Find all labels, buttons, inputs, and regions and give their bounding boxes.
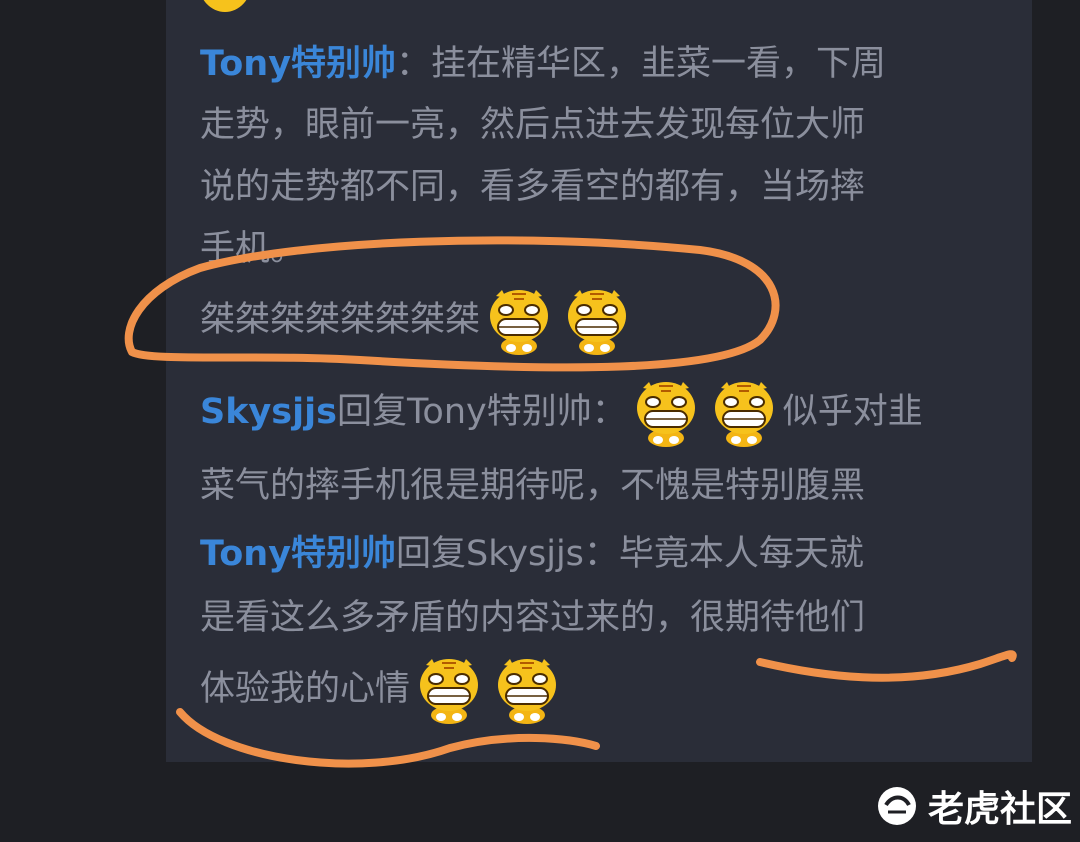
laugh-text: 桀桀桀桀桀桀桀桀 — [200, 300, 481, 340]
reply-text-with-emoji: 体验我的心情 — [200, 655, 566, 725]
tiger-emoji-icon — [203, 0, 247, 12]
reply-line: Skysjjs回复Tony特别帅： 似乎对韭 — [200, 378, 923, 448]
reply-text: 毕竟本人每天就 — [618, 534, 864, 574]
watermark-text: 老虎社区 — [927, 789, 1072, 830]
separator: ： — [591, 392, 627, 432]
comment-line: Tony特别帅：挂在精华区，韭菜一看，下周 — [200, 40, 886, 88]
separator: ： — [396, 44, 432, 84]
tiger-emoji-icon — [414, 655, 484, 725]
tiger-emoji-icon — [484, 286, 554, 356]
tiger-emoji-icon — [709, 378, 779, 448]
tiger-logo-icon — [877, 787, 916, 825]
comment-text-laugh: 桀桀桀桀桀桀桀桀 — [200, 286, 636, 356]
comment-text: 手机。 — [200, 229, 306, 269]
comment-author-link[interactable]: Tony特别帅 — [200, 44, 396, 84]
reply-text: 菜气的摔手机很是期待呢，不愧是特别腹黑 — [200, 466, 866, 506]
reply-author-link[interactable]: Tony特别帅 — [200, 534, 396, 574]
reply-text: 是看这么多矛盾的内容过来的，很期待他们 — [200, 598, 866, 638]
comment-text: 走势，眼前一亮，然后点进去发现每位大师 — [200, 105, 866, 145]
separator: ： — [583, 534, 619, 574]
reply-target: Tony特别帅 — [406, 392, 592, 432]
tiger-emoji-icon — [492, 655, 562, 725]
watermark: 老虎社区 — [876, 780, 1072, 832]
reply-text: 体验我的心情 — [200, 669, 411, 709]
comment-text: 说的走势都不同，看多看空的都有，当场摔 — [200, 167, 866, 207]
tiger-emoji-icon — [562, 286, 632, 356]
reply-author-link[interactable]: Skysjjs — [200, 392, 337, 432]
tiger-emoji-icon — [631, 378, 701, 448]
reply-word: 回复 — [396, 534, 467, 574]
reply-text: 似乎对韭 — [782, 392, 923, 432]
comment-text: 挂在精华区，韭菜一看，下周 — [431, 44, 887, 84]
reply-line: Tony特别帅回复Skysjjs：毕竟本人每天就 — [200, 530, 864, 578]
reply-word: 回复 — [336, 392, 407, 432]
reply-target: Skysjjs — [466, 534, 584, 574]
